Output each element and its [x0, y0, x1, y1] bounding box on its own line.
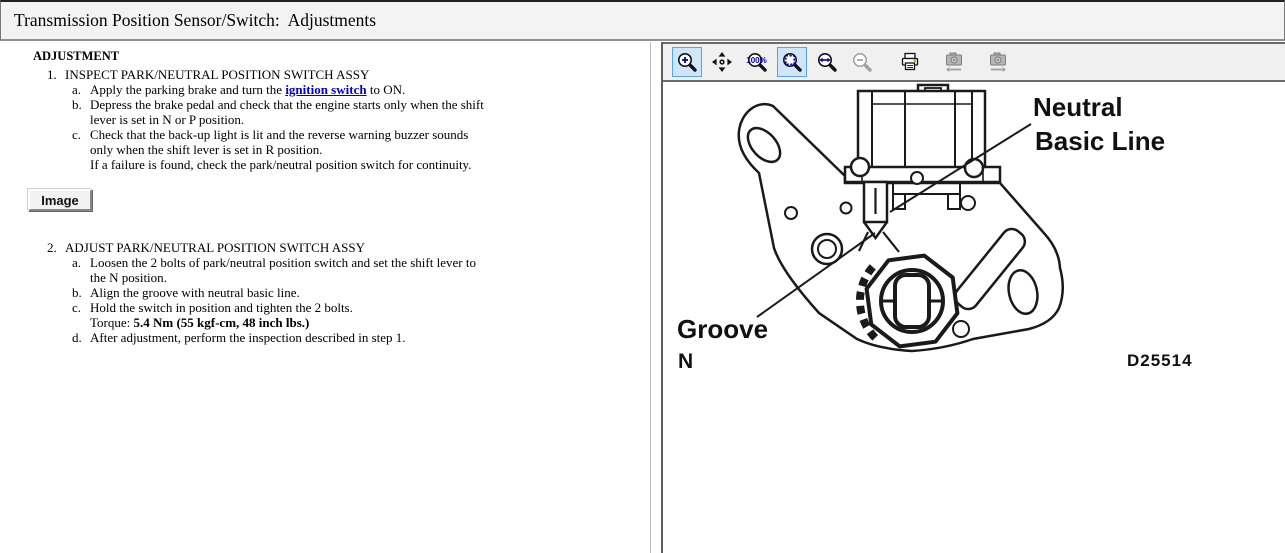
neutral-basic-line-label: Neutral — [1033, 92, 1123, 122]
pan-button[interactable] — [707, 47, 737, 77]
next-image-icon — [986, 51, 1010, 73]
groove-label: Groove — [677, 314, 768, 344]
substep-text: Check that the back-up light is lit and … — [90, 127, 490, 157]
substep-text: to ON. — [367, 82, 406, 97]
substep-2c: c. Hold the switch in position and tight… — [72, 300, 490, 330]
substep-letter: c. — [72, 300, 90, 330]
step-title: ADJUST PARK/NEUTRAL POSITION SWITCH ASSY — [65, 240, 490, 255]
substep-2a: a. Loosen the 2 bolts of park/neutral po… — [72, 255, 490, 285]
substep-note: If a failure is found, check the park/ne… — [90, 157, 490, 172]
step-2: 2. ADJUST PARK/NEUTRAL POSITION SWITCH A… — [47, 240, 650, 345]
fit-page-icon — [781, 51, 803, 73]
step-1: 1. INSPECT PARK/NEUTRAL POSITION SWITCH … — [47, 67, 650, 172]
substep-text: Align the groove with neutral basic line… — [90, 285, 490, 300]
substep-1b: b. Depress the brake pedal and check tha… — [72, 97, 490, 127]
print-button[interactable] — [895, 47, 925, 77]
instructions-panel: ADJUSTMENT 1. INSPECT PARK/NEUTRAL POSIT… — [0, 42, 651, 553]
fit-width-icon — [816, 51, 838, 73]
step-number: 2. — [47, 240, 65, 345]
substep-text: After adjustment, perform the inspection… — [90, 330, 490, 345]
zoom-out-icon — [851, 51, 873, 73]
gear-position-label: N — [678, 350, 693, 373]
svg-text:100%: 100% — [746, 56, 766, 65]
pan-icon — [711, 51, 733, 73]
fit-page-button[interactable] — [777, 47, 807, 77]
image-viewer-panel: 100% — [661, 42, 1285, 553]
prev-image-icon — [942, 51, 966, 73]
zoom-in-button[interactable] — [672, 47, 702, 77]
zoom-out-button — [847, 47, 877, 77]
substep-letter: d. — [72, 330, 90, 345]
section-heading: ADJUSTMENT — [33, 49, 650, 64]
neutral-basic-line-label-2: Basic Line — [1035, 126, 1165, 156]
substep-letter: a. — [72, 255, 90, 285]
substep-1c: c. Check that the back-up light is lit a… — [72, 127, 490, 172]
zoom-100-icon: 100% — [746, 51, 768, 73]
substep-letter: c. — [72, 127, 90, 172]
substep-2b: b. Align the groove with neutral basic l… — [72, 285, 490, 300]
substep-1a: a. Apply the parking brake and turn the … — [72, 82, 490, 97]
substep-letter: a. — [72, 82, 90, 97]
fit-width-button[interactable] — [812, 47, 842, 77]
substep-letter: b. — [72, 285, 90, 300]
image-toolbar: 100% — [663, 42, 1285, 82]
next-image-button — [983, 47, 1013, 77]
torque-spec: Torque: 5.4 Nm (55 kgf-cm, 48 inch lbs.) — [90, 315, 490, 330]
step-number: 1. — [47, 67, 65, 172]
substep-text: Loosen the 2 bolts of park/neutral posit… — [90, 255, 490, 285]
park-neutral-switch-diagram: Neutral Basic Line Groove N D25514 — [663, 82, 1285, 552]
diagram-image[interactable]: Neutral Basic Line Groove N D25514 — [663, 82, 1285, 553]
zoom-100-button[interactable]: 100% — [742, 47, 772, 77]
substep-2d: d. After adjustment, perform the inspect… — [72, 330, 490, 345]
zoom-in-icon — [676, 51, 698, 73]
print-icon — [899, 51, 921, 73]
ignition-switch-link[interactable]: ignition switch — [285, 82, 366, 97]
substep-text: Hold the switch in position and tighten … — [90, 300, 490, 315]
substep-text: Apply the parking brake and turn the — [90, 82, 285, 97]
substep-letter: b. — [72, 97, 90, 127]
page-title: Transmission Position Sensor/Switch: Adj… — [0, 0, 1285, 41]
figure-code-label: D25514 — [1127, 351, 1193, 370]
image-button[interactable]: Image — [28, 189, 92, 211]
previous-image-button — [939, 47, 969, 77]
step-title: INSPECT PARK/NEUTRAL POSITION SWITCH ASS… — [65, 67, 490, 82]
substep-text: Depress the brake pedal and check that t… — [90, 97, 490, 127]
